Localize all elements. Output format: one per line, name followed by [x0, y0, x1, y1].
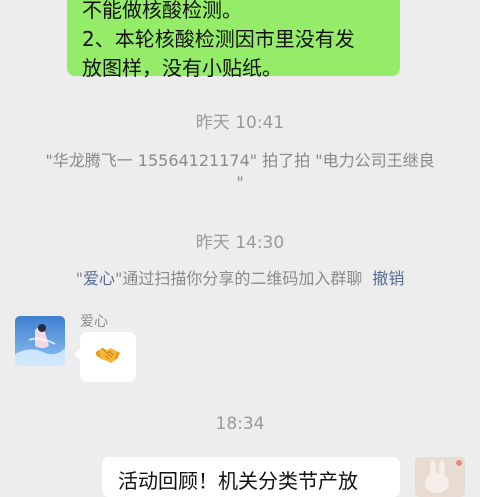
sender-avatar[interactable]	[15, 316, 65, 366]
received-message-bubble[interactable]	[74, 332, 136, 382]
timestamp: 昨天 10:41	[195, 113, 285, 133]
message-text: 活动回顾！机关分类节产放	[118, 469, 358, 493]
join-notice-text: "通过扫描你分享的二维码加入群聊	[114, 269, 363, 288]
member-name-link[interactable]: 爱心	[83, 269, 115, 288]
handshake-emoji-icon	[95, 344, 121, 370]
self-avatar[interactable]	[415, 457, 465, 497]
sender-name: 爱心	[80, 314, 108, 330]
timestamp: 18:34	[215, 414, 265, 434]
quote-mark: "	[75, 269, 83, 288]
bubble-tail	[74, 348, 80, 360]
avatar-image	[415, 457, 465, 497]
pat-notice: "华龙腾飞一 15564121174" 拍了拍 "电力公司王继良 "	[24, 150, 456, 194]
pat-notice-line: "华龙腾飞一 15564121174" 拍了拍 "电力公司王继良	[45, 151, 435, 170]
message-line: 放图样，没有小贴纸。	[82, 56, 282, 80]
revoke-link[interactable]: 撤销	[372, 269, 404, 288]
message-line: 2、本轮核酸检测因市里没有发	[82, 27, 355, 51]
avatar-image	[15, 316, 65, 366]
timestamp: 昨天 14:30	[195, 233, 285, 253]
received-message-bubble[interactable]: 活动回顾！机关分类节产放	[102, 457, 400, 497]
sent-message-bubble[interactable]: 不能做核酸检测。 2、本轮核酸检测因市里没有发 放图样，没有小贴纸。	[67, 0, 400, 80]
pat-notice-line: "	[236, 173, 244, 192]
join-group-notice: "爱心"通过扫描你分享的二维码加入群聊 撤销	[24, 268, 456, 290]
message-line: 不能做核酸检测。	[82, 0, 242, 22]
